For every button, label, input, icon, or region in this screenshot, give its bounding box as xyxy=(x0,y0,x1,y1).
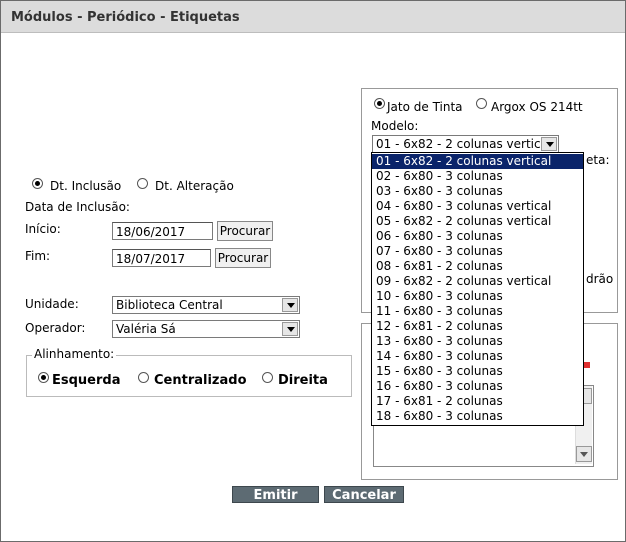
inicio-procurar-button[interactable]: Procurar xyxy=(217,221,273,241)
title-bar: Módulos - Periódico - Etiquetas xyxy=(1,1,625,33)
modelo-option[interactable]: 13 - 6x80 - 3 colunas xyxy=(372,334,583,349)
hidden-label-fragment: drão xyxy=(586,272,614,286)
unidade-select[interactable]: Biblioteca Central xyxy=(112,296,300,314)
modelo-option[interactable]: 12 - 6x81 - 2 colunas xyxy=(372,319,583,334)
modelo-option[interactable]: 15 - 6x80 - 3 colunas xyxy=(372,364,583,379)
jato-label: Jato de Tinta xyxy=(387,100,463,114)
modelo-option[interactable]: 10 - 6x80 - 3 colunas xyxy=(372,289,583,304)
modelo-option[interactable]: 18 - 6x80 - 3 colunas xyxy=(372,409,583,424)
direita-radio[interactable] xyxy=(262,372,273,383)
emitir-button[interactable]: Emitir xyxy=(232,486,319,503)
argox-radio[interactable] xyxy=(476,98,487,109)
modelo-dropdown-list[interactable]: 01 - 6x82 - 2 colunas vertical 02 - 6x80… xyxy=(371,152,584,426)
modelo-option[interactable]: 02 - 6x80 - 3 colunas xyxy=(372,169,583,184)
modelo-option[interactable]: 06 - 6x80 - 3 colunas xyxy=(372,229,583,244)
esquerda-radio[interactable] xyxy=(38,372,49,383)
fim-procurar-button[interactable]: Procurar xyxy=(215,248,271,268)
unidade-label: Unidade: xyxy=(25,297,79,311)
fim-label: Fim: xyxy=(25,249,51,263)
modelo-option[interactable]: 04 - 6x80 - 3 colunas vertical xyxy=(372,199,583,214)
esquerda-label: Esquerda xyxy=(52,373,121,388)
operador-select[interactable]: Valéria Sá xyxy=(112,320,300,338)
jato-radio[interactable] xyxy=(374,98,385,109)
chevron-down-icon[interactable] xyxy=(541,137,557,151)
date-range-heading: Data de Inclusão: xyxy=(25,200,130,214)
modelo-option[interactable]: 08 - 6x81 - 2 colunas xyxy=(372,259,583,274)
hidden-label-fragment: eta: xyxy=(586,153,610,167)
modelo-value: 01 - 6x82 - 2 colunas vertica xyxy=(376,137,548,151)
chevron-down-icon[interactable] xyxy=(282,298,298,312)
modelo-label: Modelo: xyxy=(371,119,419,133)
operador-value: Valéria Sá xyxy=(116,322,176,336)
modelo-option[interactable]: 11 - 6x80 - 3 colunas xyxy=(372,304,583,319)
direita-label: Direita xyxy=(278,373,328,388)
operador-label: Operador: xyxy=(25,321,86,335)
dt-alteracao-radio[interactable] xyxy=(137,178,148,189)
modelo-option[interactable]: 16 - 6x80 - 3 colunas xyxy=(372,379,583,394)
cancelar-button[interactable]: Cancelar xyxy=(324,486,404,503)
modelo-option[interactable]: 07 - 6x80 - 3 colunas xyxy=(372,244,583,259)
centralizado-radio[interactable] xyxy=(138,372,149,383)
alinhamento-legend: Alinhamento: xyxy=(32,347,117,361)
scroll-down-button[interactable] xyxy=(576,446,592,462)
centralizado-label: Centralizado xyxy=(154,373,247,388)
window-title: Módulos - Periódico - Etiquetas xyxy=(11,10,240,25)
modelo-option[interactable]: 17 - 6x81 - 2 colunas xyxy=(372,394,583,409)
modelo-option[interactable]: 05 - 6x82 - 2 colunas vertical xyxy=(372,214,583,229)
argox-label: Argox OS 214tt xyxy=(491,100,583,114)
inicio-label: Início: xyxy=(25,222,61,236)
required-marker xyxy=(584,362,590,368)
dt-inclusao-label: Dt. Inclusão xyxy=(50,179,122,193)
dt-inclusao-radio[interactable] xyxy=(32,178,43,189)
dt-alteracao-label: Dt. Alteração xyxy=(155,179,234,193)
modelo-select[interactable]: 01 - 6x82 - 2 colunas vertica xyxy=(372,135,559,153)
modelo-option[interactable]: 03 - 6x80 - 3 colunas xyxy=(372,184,583,199)
unidade-value: Biblioteca Central xyxy=(116,298,223,312)
fim-input[interactable]: 18/07/2017 xyxy=(112,249,211,267)
modelo-option[interactable]: 01 - 6x82 - 2 colunas vertical xyxy=(372,154,583,169)
chevron-down-icon[interactable] xyxy=(282,322,298,336)
modelo-option[interactable]: 09 - 6x82 - 2 colunas vertical xyxy=(372,274,583,289)
inicio-input[interactable]: 18/06/2017 xyxy=(112,222,213,240)
modelo-option[interactable]: 14 - 6x80 - 3 colunas xyxy=(372,349,583,364)
